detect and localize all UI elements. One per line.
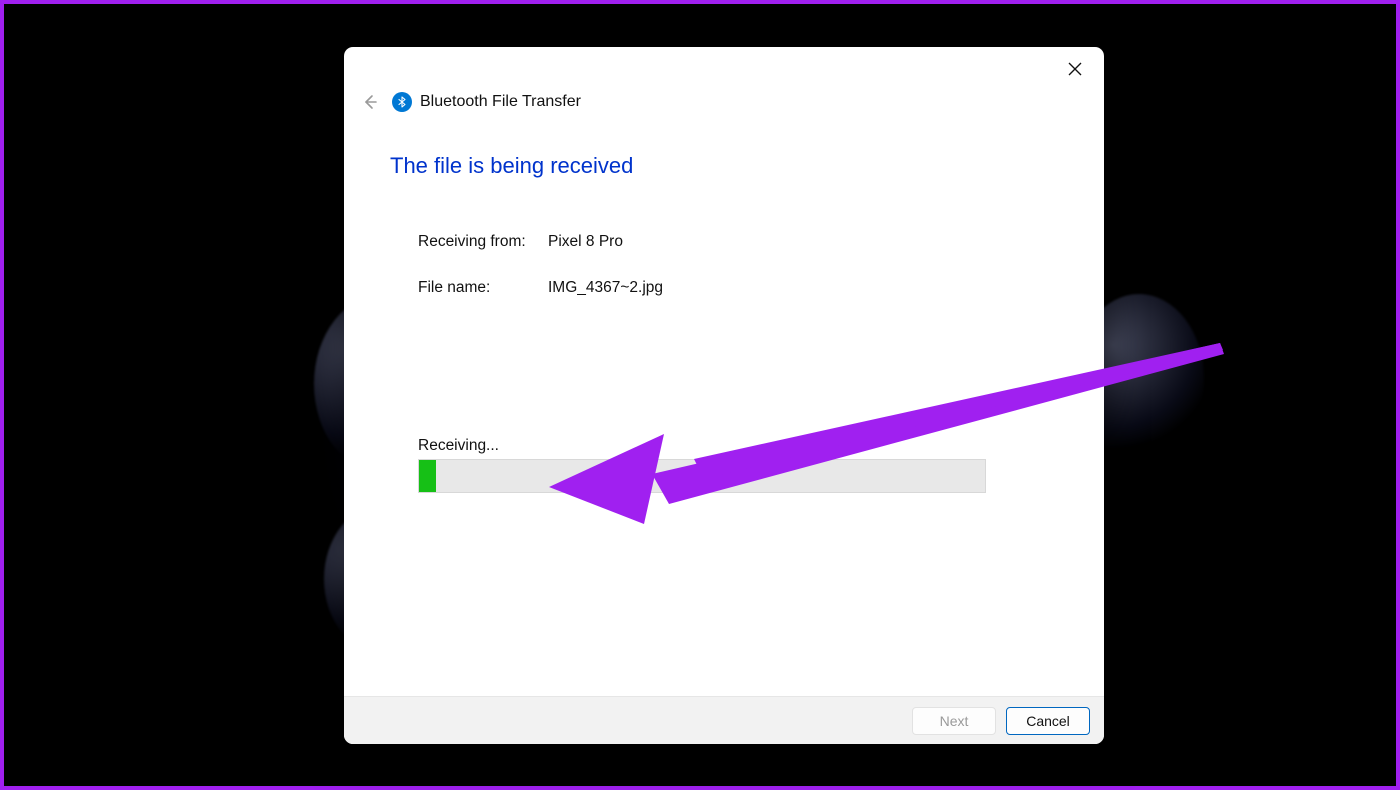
status-heading: The file is being received bbox=[390, 153, 1058, 179]
back-button[interactable] bbox=[354, 86, 386, 118]
dialog-header: Bluetooth File Transfer bbox=[344, 83, 1104, 121]
progress-fill bbox=[419, 460, 436, 492]
dialog-content: The file is being received Receiving fro… bbox=[344, 121, 1104, 696]
file-name-value: IMG_4367~2.jpg bbox=[548, 279, 663, 297]
desktop-background: Bluetooth File Transfer The file is bein… bbox=[0, 0, 1400, 790]
receiving-from-row: Receiving from: Pixel 8 Pro bbox=[390, 233, 1058, 251]
close-icon bbox=[1068, 62, 1082, 76]
arrow-left-icon bbox=[361, 93, 379, 111]
dialog-title: Bluetooth File Transfer bbox=[420, 93, 581, 111]
cancel-button[interactable]: Cancel bbox=[1006, 707, 1090, 735]
file-name-row: File name: IMG_4367~2.jpg bbox=[390, 279, 1058, 297]
progress-bar bbox=[418, 459, 986, 493]
receiving-from-label: Receiving from: bbox=[418, 233, 548, 251]
bluetooth-icon bbox=[392, 92, 412, 112]
receiving-from-value: Pixel 8 Pro bbox=[548, 233, 623, 251]
file-name-label: File name: bbox=[418, 279, 548, 297]
dialog-footer: Next Cancel bbox=[344, 696, 1104, 744]
progress-label: Receiving... bbox=[418, 437, 1058, 455]
progress-section: Receiving... bbox=[390, 437, 1058, 493]
bluetooth-transfer-dialog: Bluetooth File Transfer The file is bein… bbox=[344, 47, 1104, 744]
close-button[interactable] bbox=[1054, 53, 1096, 85]
next-button: Next bbox=[912, 707, 996, 735]
